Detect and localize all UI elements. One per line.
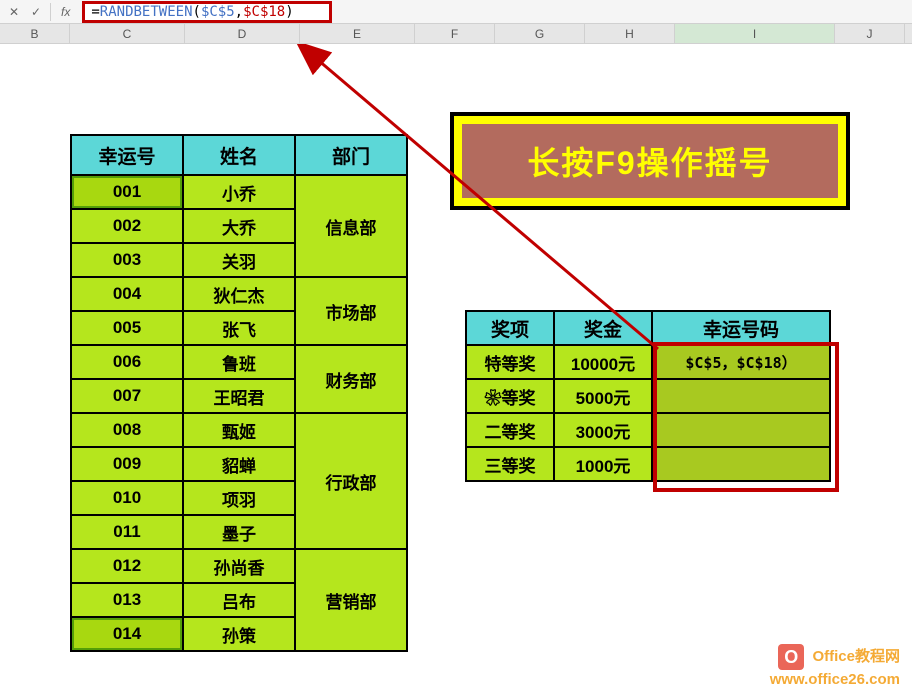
- cell-dept[interactable]: 行政部: [295, 413, 407, 549]
- cell-name[interactable]: 狄仁杰: [183, 277, 295, 311]
- cell-luckynum[interactable]: [652, 379, 830, 413]
- col-header-E[interactable]: E: [300, 24, 415, 43]
- watermark-title: Office教程网: [812, 647, 900, 664]
- cell-award[interactable]: ❀等奖: [466, 379, 554, 413]
- col-header-F[interactable]: F: [415, 24, 495, 43]
- table-header-row: 奖项 奖金 幸运号码: [466, 311, 830, 345]
- column-headers: B C D E F G H I J: [0, 24, 912, 44]
- cell-luckynum[interactable]: [652, 447, 830, 481]
- cell-name[interactable]: 貂蝉: [183, 447, 295, 481]
- cell-name[interactable]: 墨子: [183, 515, 295, 549]
- watermark-badge-icon: O: [778, 644, 804, 670]
- cell-num[interactable]: 002: [71, 209, 183, 243]
- cell-name[interactable]: 王昭君: [183, 379, 295, 413]
- cell-prize[interactable]: 1000元: [554, 447, 652, 481]
- header-luckynum[interactable]: 幸运号: [71, 135, 183, 175]
- col-header-H[interactable]: H: [585, 24, 675, 43]
- cell-name[interactable]: 孙尚香: [183, 549, 295, 583]
- cell-luckynum[interactable]: [652, 413, 830, 447]
- cell-luckynum-active[interactable]: $C$5，$C$18）: [652, 345, 830, 379]
- cell-num[interactable]: 010: [71, 481, 183, 515]
- header-luckynum[interactable]: 幸运号码: [652, 311, 830, 345]
- cell-dept[interactable]: 财务部: [295, 345, 407, 413]
- formula-bar: ✕ ✓ fx =RANDBETWEEN($C$5,$C$18): [0, 0, 912, 24]
- cell-num[interactable]: 001: [71, 175, 183, 209]
- cell-num[interactable]: 005: [71, 311, 183, 345]
- table-row: 008甄姬行政部: [71, 413, 407, 447]
- col-header-J[interactable]: J: [835, 24, 905, 43]
- cell-dept[interactable]: 市场部: [295, 277, 407, 345]
- col-header-D[interactable]: D: [185, 24, 300, 43]
- cell-name[interactable]: 张飞: [183, 311, 295, 345]
- col-header-C[interactable]: C: [70, 24, 185, 43]
- col-header-B[interactable]: B: [0, 24, 70, 43]
- sheet-area[interactable]: 幸运号 姓名 部门 001小乔信息部 002大乔 003关羽 004狄仁杰市场部…: [0, 44, 912, 699]
- formula-text: =RANDBETWEEN($C$5,$C$18): [91, 4, 293, 20]
- formula-confirm-icon[interactable]: ✓: [28, 5, 44, 19]
- col-header-G[interactable]: G: [495, 24, 585, 43]
- left-table: 幸运号 姓名 部门 001小乔信息部 002大乔 003关羽 004狄仁杰市场部…: [70, 134, 408, 652]
- watermark-url: www.office26.com: [770, 670, 900, 690]
- cell-award[interactable]: 特等奖: [466, 345, 554, 379]
- cell-award[interactable]: 二等奖: [466, 413, 554, 447]
- banner-text: 长按F9操作摇号: [462, 124, 838, 198]
- cell-name[interactable]: 项羽: [183, 481, 295, 515]
- cell-prize[interactable]: 10000元: [554, 345, 652, 379]
- cell-num[interactable]: 006: [71, 345, 183, 379]
- table-row: 006鲁班财务部: [71, 345, 407, 379]
- cell-name[interactable]: 小乔: [183, 175, 295, 209]
- col-header-I[interactable]: I: [675, 24, 835, 43]
- cell-name[interactable]: 孙策: [183, 617, 295, 651]
- cell-award[interactable]: 三等奖: [466, 447, 554, 481]
- cell-num[interactable]: 008: [71, 413, 183, 447]
- cell-num[interactable]: 007: [71, 379, 183, 413]
- cell-num[interactable]: 011: [71, 515, 183, 549]
- cell-num[interactable]: 013: [71, 583, 183, 617]
- cell-name[interactable]: 甄姬: [183, 413, 295, 447]
- cell-prize[interactable]: 3000元: [554, 413, 652, 447]
- cell-num[interactable]: 009: [71, 447, 183, 481]
- formula-input[interactable]: =RANDBETWEEN($C$5,$C$18): [82, 1, 332, 23]
- cell-name[interactable]: 吕布: [183, 583, 295, 617]
- table-row: ❀等奖5000元: [466, 379, 830, 413]
- table-row: 二等奖3000元: [466, 413, 830, 447]
- table-header-row: 幸运号 姓名 部门: [71, 135, 407, 175]
- cell-name[interactable]: 关羽: [183, 243, 295, 277]
- cell-name[interactable]: 鲁班: [183, 345, 295, 379]
- header-prize[interactable]: 奖金: [554, 311, 652, 345]
- cell-dept[interactable]: 信息部: [295, 175, 407, 277]
- cell-prize[interactable]: 5000元: [554, 379, 652, 413]
- table-row: 特等奖10000元$C$5，$C$18）: [466, 345, 830, 379]
- cell-name[interactable]: 大乔: [183, 209, 295, 243]
- header-name[interactable]: 姓名: [183, 135, 295, 175]
- divider: [50, 3, 51, 21]
- table-row: 001小乔信息部: [71, 175, 407, 209]
- formula-cancel-icon[interactable]: ✕: [6, 5, 22, 19]
- fx-icon[interactable]: fx: [57, 5, 74, 19]
- watermark: O Office教程网 www.office26.com: [770, 644, 900, 690]
- banner: 长按F9操作摇号: [450, 112, 850, 210]
- cell-num[interactable]: 014: [71, 617, 183, 651]
- cell-dept[interactable]: 营销部: [295, 549, 407, 651]
- cell-num[interactable]: 003: [71, 243, 183, 277]
- table-row: 012孙尚香营销部: [71, 549, 407, 583]
- right-table: 奖项 奖金 幸运号码 特等奖10000元$C$5，$C$18） ❀等奖5000元…: [465, 310, 831, 482]
- table-row: 004狄仁杰市场部: [71, 277, 407, 311]
- cell-num[interactable]: 004: [71, 277, 183, 311]
- header-award[interactable]: 奖项: [466, 311, 554, 345]
- table-row: 三等奖1000元: [466, 447, 830, 481]
- cell-num[interactable]: 012: [71, 549, 183, 583]
- header-dept[interactable]: 部门: [295, 135, 407, 175]
